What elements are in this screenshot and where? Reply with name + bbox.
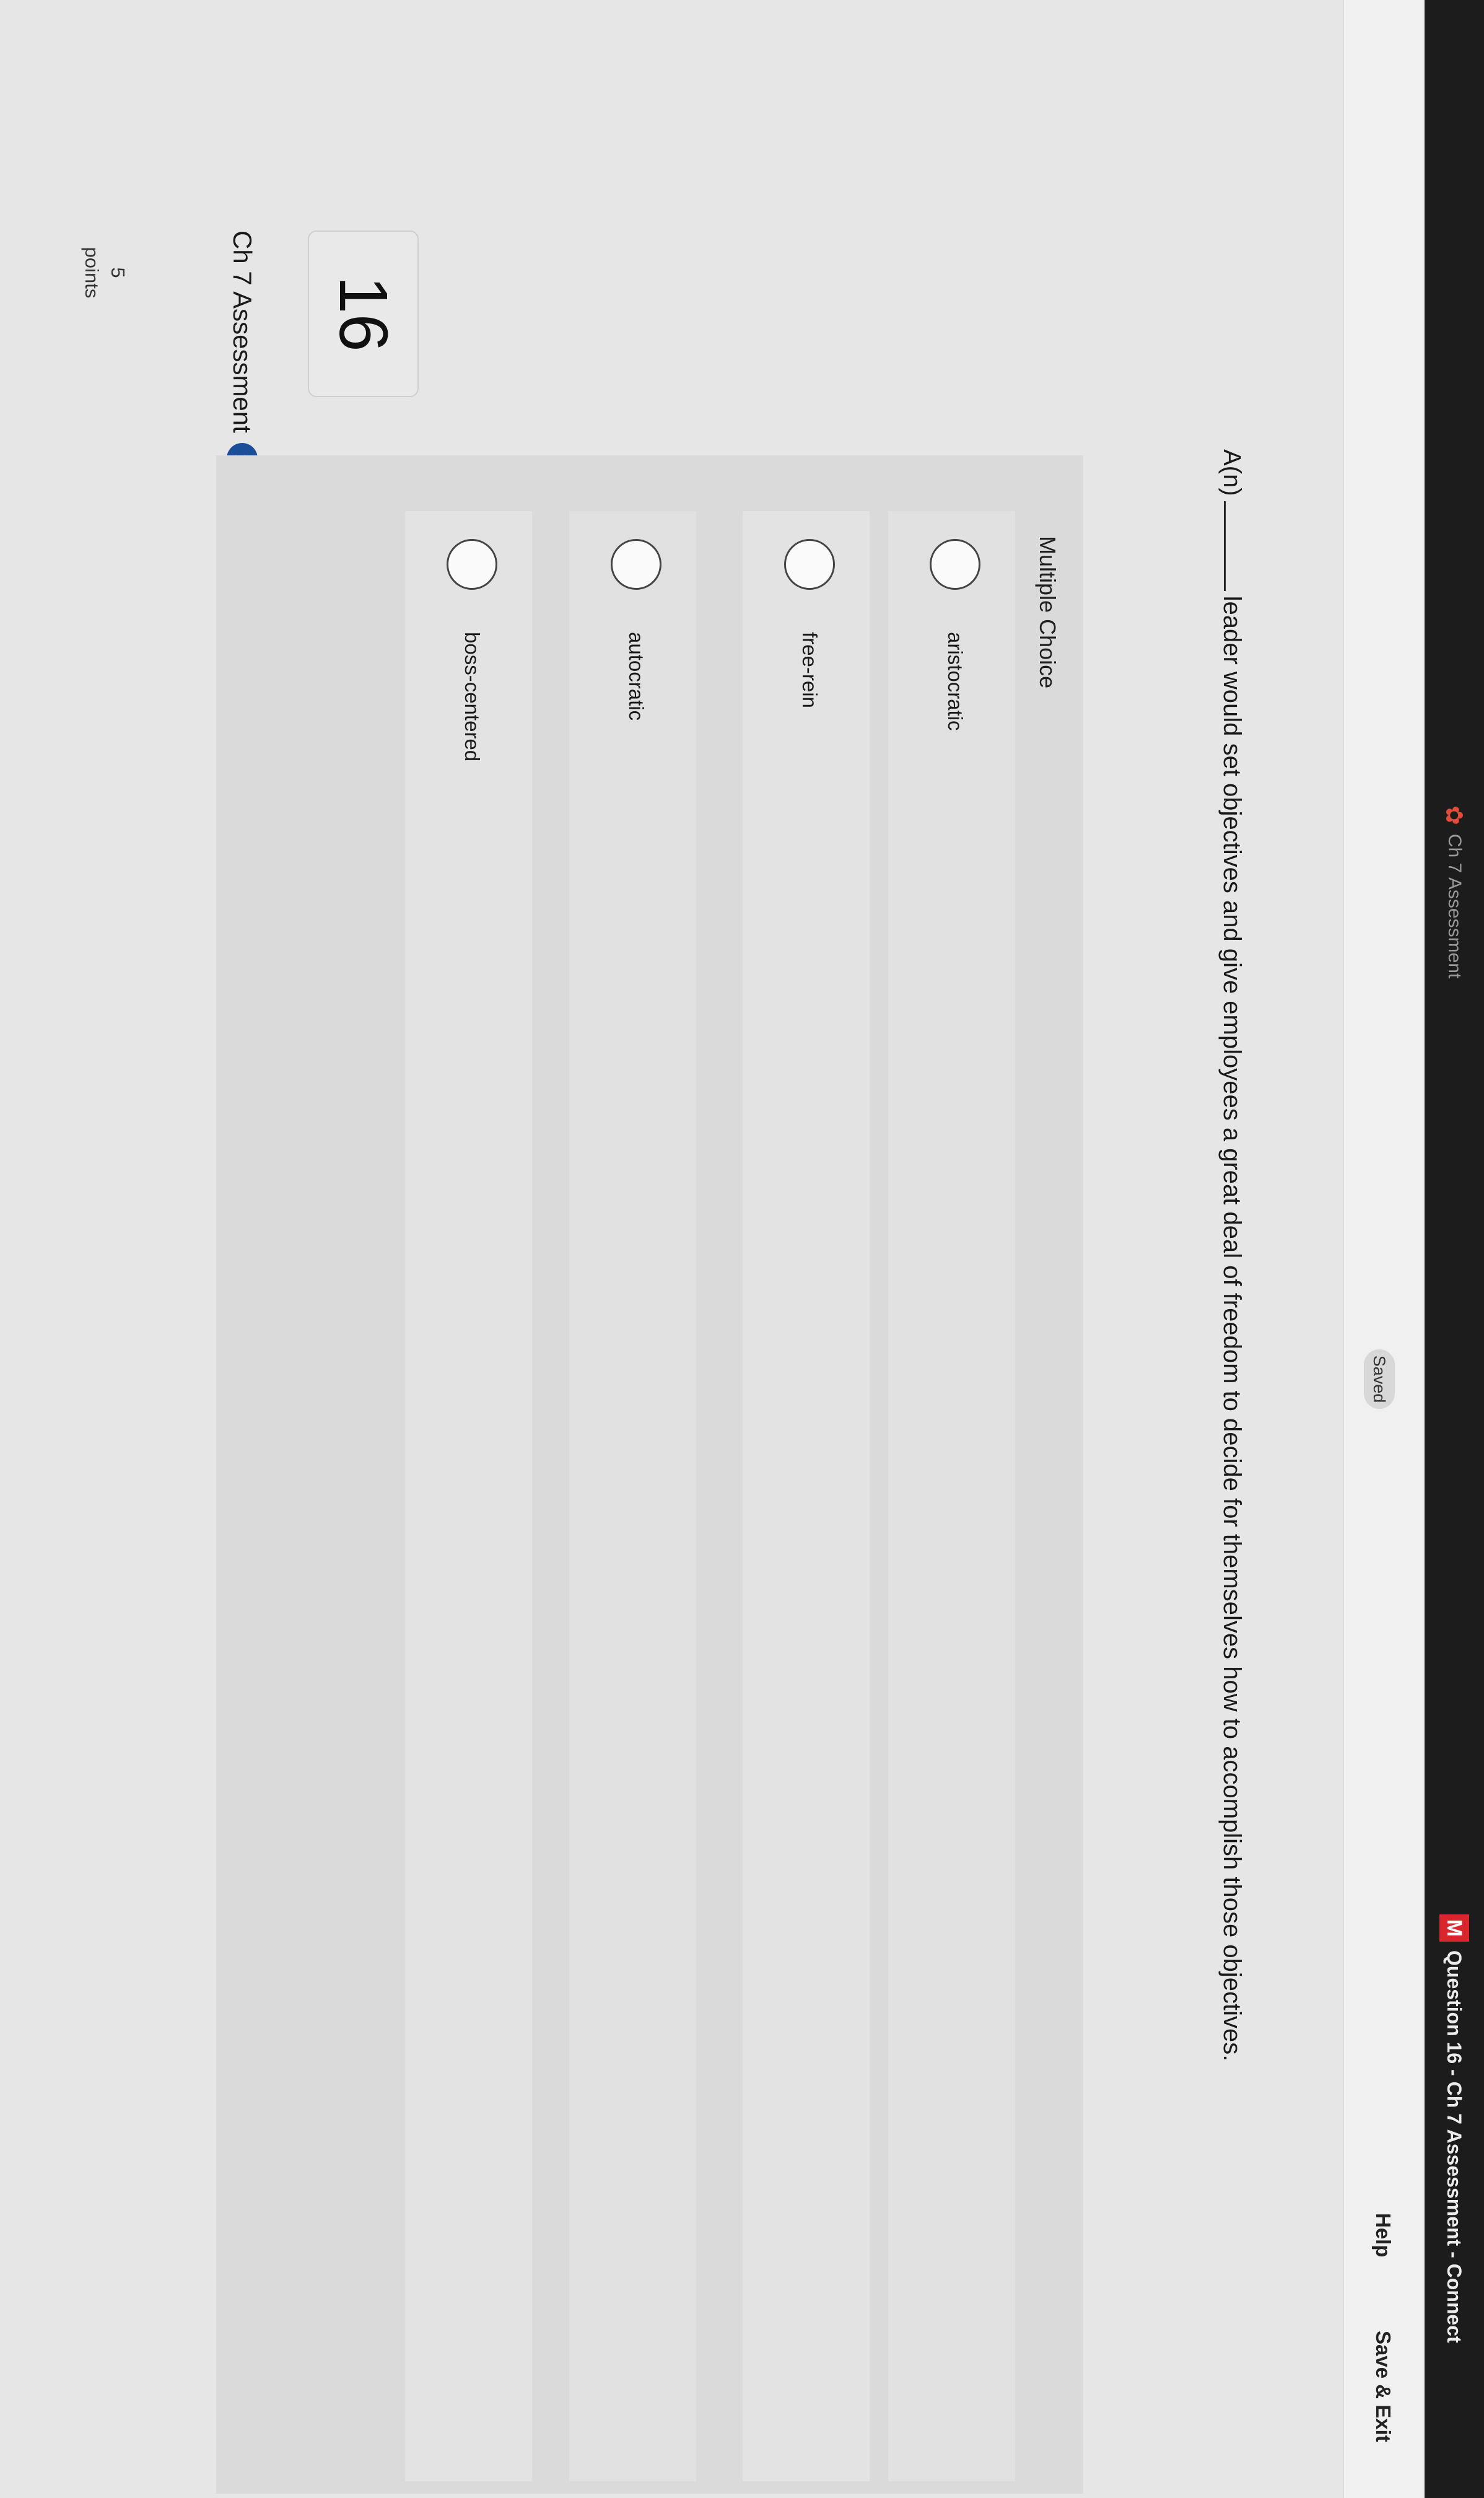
option-autocratic[interactable]: autocratic [569, 511, 696, 2481]
question-type-label: Multiple Choice [1035, 536, 1060, 689]
option-free-rein[interactable]: free-rein [743, 511, 870, 2481]
option-label: boss-centered [461, 632, 484, 762]
assessment-title-text: Ch 7 Assessment [228, 230, 257, 433]
option-aristocratic[interactable]: aristocratic [888, 511, 1015, 2481]
window-title-text: Question 16 - Ch 7 Assessment - Connect [1443, 1950, 1466, 2343]
radio-button[interactable] [611, 539, 661, 590]
assessment-title: Ch 7 Assessment i [227, 230, 258, 474]
radio-button[interactable] [930, 539, 980, 590]
saved-status-badge: Saved [1364, 1349, 1395, 1409]
help-button[interactable]: Help [1371, 2213, 1395, 2258]
answer-blank [1224, 501, 1244, 591]
question-text: A(n) leader would set objectives and giv… [1218, 449, 1246, 2061]
connect-logo-icon: M [1439, 1914, 1469, 1942]
screen: ✿ Ch 7 Assessment M Question 16 - Ch 7 A… [0, 0, 1484, 2498]
points-value: 5 points [79, 235, 131, 310]
option-boss-centered[interactable]: boss-centered [405, 511, 532, 2481]
radio-button[interactable] [447, 539, 497, 590]
favicon-icon: ✿ [1441, 805, 1467, 825]
option-label: autocratic [625, 632, 648, 721]
points-label: points [81, 247, 103, 299]
question-number: 16 [308, 230, 419, 397]
app-header: Saved Help Save & Exit [1343, 0, 1425, 2498]
save-exit-button[interactable]: Save & Exit [1371, 2331, 1395, 2442]
points-number: 5 [107, 267, 129, 278]
window-title: M Question 16 - Ch 7 Assessment - Connec… [1436, 1914, 1473, 2343]
tab-title: Ch 7 Assessment [1444, 833, 1465, 979]
question-prefix: A(n) [1218, 449, 1246, 496]
option-label: aristocratic [944, 632, 967, 731]
question-body: leader would set objectives and give emp… [1218, 595, 1246, 2062]
radio-button[interactable] [784, 539, 835, 590]
browser-tab-strip: ✿ Ch 7 Assessment M Question 16 - Ch 7 A… [1425, 0, 1484, 2498]
option-label: free-rein [798, 632, 821, 708]
answer-panel: Multiple Choice aristocratic free-rein a… [216, 455, 1083, 2494]
browser-tab[interactable]: ✿ Ch 7 Assessment [1437, 805, 1472, 978]
